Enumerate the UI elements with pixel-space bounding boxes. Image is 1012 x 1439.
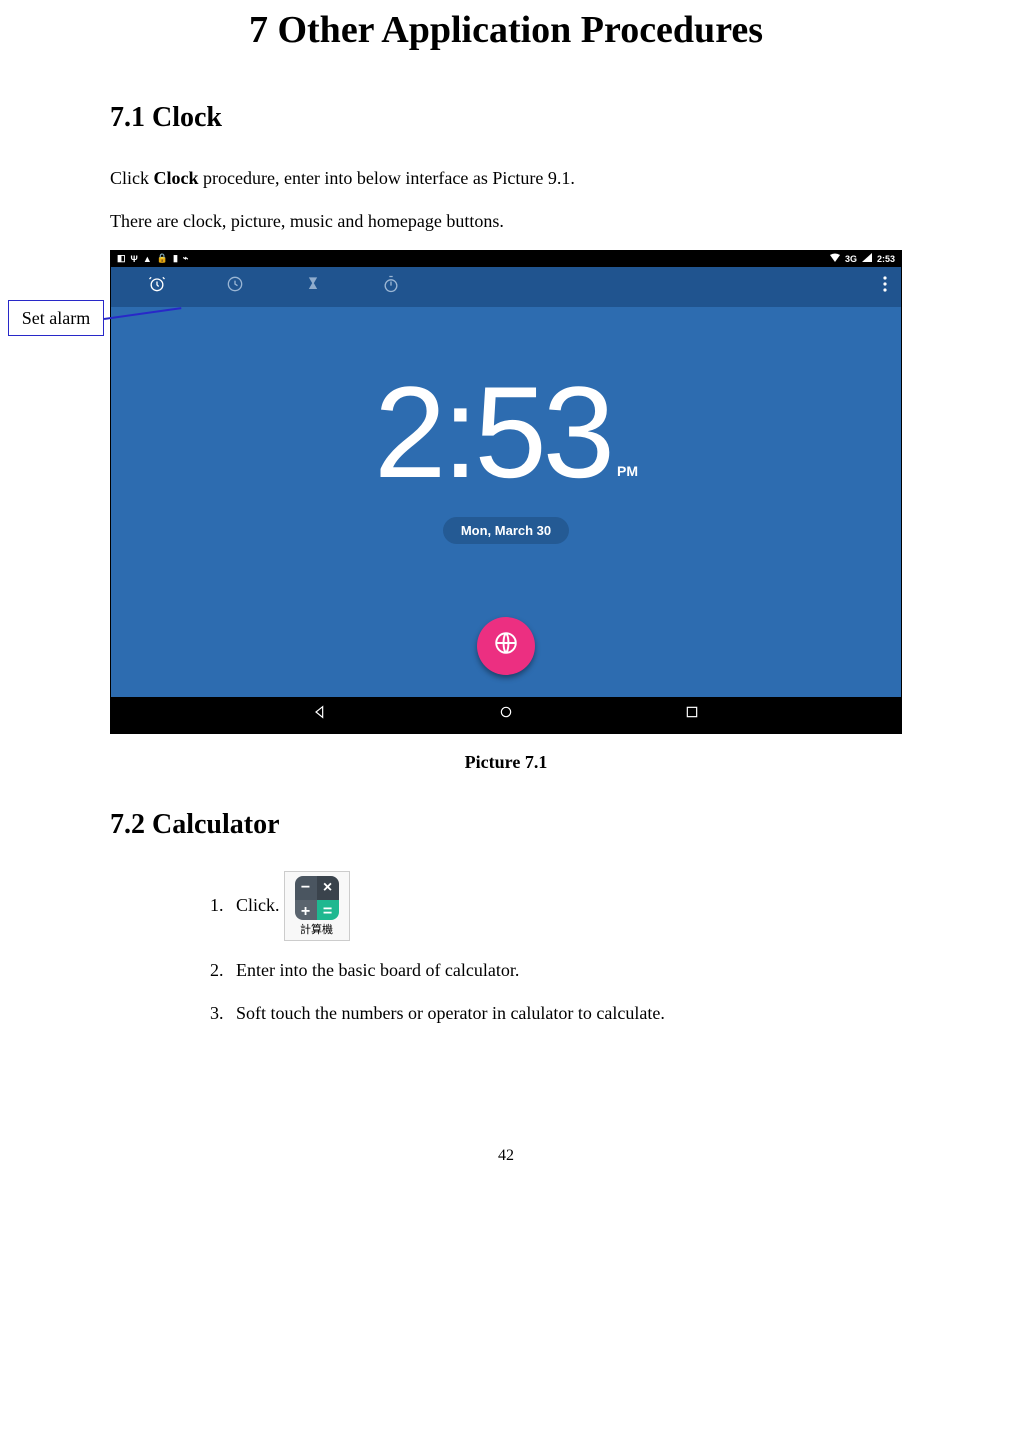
overflow-menu[interactable]	[873, 275, 897, 299]
hourglass-icon	[303, 274, 323, 299]
figure-caption: Picture 7.1	[110, 752, 902, 773]
calculator-app-icon: −× += 計算機	[284, 871, 350, 942]
nav-recent[interactable]	[684, 704, 700, 725]
clock-icon	[225, 274, 245, 299]
status-time: 2:53	[877, 254, 895, 264]
step-text: Enter into the basic board of calculator…	[236, 957, 519, 984]
calculator-steps-list: 1. Click. −× += 計算機 2. Enter into the ba…	[210, 871, 902, 1028]
list-item: 3. Soft touch the numbers or operator in…	[210, 1000, 902, 1027]
tab-clock[interactable]	[223, 275, 247, 299]
clock-screenshot: ◧ Ψ ▲ 🔒 ▮ ⌁ 3G 2:53	[110, 250, 902, 734]
stopwatch-icon	[381, 274, 401, 299]
status-bar: ◧ Ψ ▲ 🔒 ▮ ⌁ 3G 2:53	[111, 251, 901, 267]
tab-alarm[interactable]	[145, 275, 169, 299]
debug-icon: ⌁	[183, 253, 188, 264]
notification-icon: ◧	[117, 253, 126, 264]
time-display: 2:53	[374, 367, 611, 497]
text-fragment: Click	[110, 168, 154, 188]
tab-stopwatch[interactable]	[379, 275, 403, 299]
date-pill[interactable]: Mon, March 30	[443, 517, 569, 544]
network-label: 3G	[845, 254, 857, 264]
callout-set-alarm: Set alarm	[8, 300, 104, 336]
wifi-icon	[830, 253, 840, 264]
clock-body: 2:53 PM Mon, March 30	[111, 307, 901, 697]
lock-icon: 🔒	[157, 253, 168, 264]
paragraph-clock-2: There are clock, picture, music and home…	[110, 207, 902, 236]
globe-icon	[493, 630, 519, 661]
tab-timer[interactable]	[301, 275, 325, 299]
calculator-icon-label: 計算機	[300, 922, 333, 939]
step-number: 3.	[210, 1000, 236, 1027]
text-fragment: procedure, enter into below interface as…	[199, 168, 575, 188]
section-title-calculator: 7.2 Calculator	[110, 809, 902, 841]
alarm-icon	[147, 274, 167, 299]
nav-home[interactable]	[498, 704, 514, 725]
more-vert-icon	[883, 276, 887, 297]
android-nav-bar	[111, 697, 901, 733]
ampm-label: PM	[617, 463, 638, 479]
warning-icon: ▲	[143, 254, 152, 264]
step-text: Click.	[236, 892, 280, 919]
signal-icon	[862, 253, 872, 264]
bold-text-clock: Clock	[154, 168, 199, 188]
world-clock-fab[interactable]	[477, 617, 535, 675]
step-number: 1.	[210, 892, 236, 919]
step-text: Soft touch the numbers or operator in ca…	[236, 1000, 665, 1027]
sd-icon: ▮	[173, 253, 178, 264]
usb-icon: Ψ	[131, 254, 138, 264]
chapter-title: 7 Other Application Procedures	[110, 8, 902, 52]
clock-app-tabs	[111, 267, 901, 307]
paragraph-clock-1: Click Clock procedure, enter into below …	[110, 164, 902, 193]
nav-back[interactable]	[312, 704, 328, 725]
step-number: 2.	[210, 957, 236, 984]
page-number: 42	[110, 1147, 902, 1165]
list-item: 2. Enter into the basic board of calcula…	[210, 957, 902, 984]
list-item: 1. Click. −× += 計算機	[210, 871, 902, 942]
section-title-clock: 7.1 Clock	[110, 102, 902, 134]
calculator-tile-icon: −× +=	[295, 876, 339, 920]
